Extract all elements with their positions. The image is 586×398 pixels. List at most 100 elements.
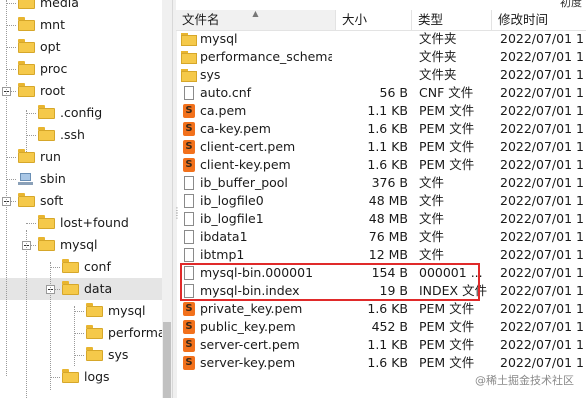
file-row[interactable]: mysql 文件夹 2022/07/01 1 xyxy=(176,30,586,48)
tree-connector xyxy=(6,3,16,4)
file-row[interactable]: private_key.pem 1.6 KB PEM 文件 2022/07/01 1 xyxy=(176,300,586,318)
file-date: 2022/07/01 1 xyxy=(500,211,584,226)
file-row[interactable]: server-key.pem 1.6 KB PEM 文件 2022/07/01 1 xyxy=(176,354,586,372)
tree-item-sys[interactable]: sys xyxy=(0,344,162,366)
folder-icon xyxy=(18,61,35,75)
file-size: 154 B xyxy=(371,265,408,280)
tree-scrollbar[interactable] xyxy=(162,0,172,398)
pem-icon xyxy=(181,104,197,118)
file-type: 000001 ... xyxy=(419,265,483,280)
file-row[interactable]: client-key.pem 1.6 KB PEM 文件 2022/07/01 1 xyxy=(176,156,586,174)
file-row[interactable]: sys 文件夹 2022/07/01 1 xyxy=(176,66,586,84)
file-row[interactable]: ib_logfile1 48 MB 文件 2022/07/01 1 xyxy=(176,210,586,228)
tree-item-proc[interactable]: proc xyxy=(0,58,162,80)
file-size: 1.1 KB xyxy=(367,139,408,154)
tree-item-sbin[interactable]: sbin xyxy=(0,168,162,190)
tree-item-label: logs xyxy=(84,369,110,384)
tree-connector xyxy=(50,377,60,378)
clipped-tab-label: 初度 xyxy=(560,0,582,9)
directory-tree[interactable]: media mnt opt proc root .config .ssh run sbin sof… xyxy=(0,0,162,398)
tree-item-data[interactable]: data xyxy=(0,278,162,300)
column-header-date[interactable]: 修改时间 xyxy=(492,10,586,30)
file-name: server-key.pem xyxy=(200,355,296,370)
file-row[interactable]: mysql-bin.000001 154 B 000001 ... 2022/07/0… xyxy=(176,264,586,282)
tree-item-lost-found[interactable]: lost+found xyxy=(0,212,162,234)
file-date: 2022/07/01 1 xyxy=(500,265,584,280)
tree-connector xyxy=(74,355,84,356)
tree-item-media[interactable]: media xyxy=(0,0,162,14)
column-type-label: 类型 xyxy=(418,12,444,27)
tree-item-label: data xyxy=(84,281,113,296)
file-row[interactable]: ca.pem 1.1 KB PEM 文件 2022/07/01 1 xyxy=(176,102,586,120)
file-name: sys xyxy=(200,67,221,82)
tree-guide-line xyxy=(26,230,27,398)
file-row[interactable]: auto.cnf 56 B CNF 文件 2022/07/01 1 xyxy=(176,84,586,102)
file-date: 2022/07/01 1 xyxy=(500,319,584,334)
tree-item-label: soft xyxy=(40,193,64,208)
folder-icon xyxy=(18,0,35,9)
pem-icon xyxy=(181,356,197,370)
link-folder-icon xyxy=(18,173,34,185)
tree-item-ssh[interactable]: .ssh xyxy=(0,124,162,146)
file-size: 1.6 KB xyxy=(367,121,408,136)
column-header-name[interactable]: ▲ 文件名 xyxy=(176,9,336,30)
file-icon xyxy=(181,176,197,190)
file-icon xyxy=(181,194,197,208)
tree-item-label: .ssh xyxy=(60,127,85,142)
tree-item-label: sys xyxy=(108,347,129,362)
column-date-label: 修改时间 xyxy=(498,12,549,27)
folder-icon xyxy=(86,325,103,339)
tree-connector xyxy=(6,69,16,70)
column-header-size[interactable]: 大小 xyxy=(336,10,412,30)
tree-item-soft[interactable]: soft xyxy=(0,190,162,212)
tree-item-performa[interactable]: performa xyxy=(0,322,162,344)
file-name: ibtmp1 xyxy=(200,247,245,262)
folder-icon xyxy=(38,127,55,141)
file-date: 2022/07/01 1 xyxy=(500,355,584,370)
file-row[interactable]: server-cert.pem 1.1 KB PEM 文件 2022/07/01 1 xyxy=(176,336,586,354)
file-list[interactable]: ▲ 文件名 大小 类型 修改时间 mysql 文件夹 2022/07/01 1 per… xyxy=(176,0,586,398)
file-row[interactable]: public_key.pem 452 B PEM 文件 2022/07/01 1 xyxy=(176,318,586,336)
column-header-type[interactable]: 类型 xyxy=(412,10,492,30)
folder-icon xyxy=(38,215,55,229)
tree-item-conf[interactable]: conf xyxy=(0,256,162,278)
tree-item-run[interactable]: run xyxy=(0,146,162,168)
tree-item-label: run xyxy=(40,149,61,164)
file-date: 2022/07/01 1 xyxy=(500,301,584,316)
file-row[interactable]: ib_buffer_pool 376 B 文件 2022/07/01 1 xyxy=(176,174,586,192)
file-row[interactable]: ibdata1 76 MB 文件 2022/07/01 1 xyxy=(176,228,586,246)
tree-item-label: lost+found xyxy=(60,215,129,230)
file-name: client-cert.pem xyxy=(200,139,296,154)
folder-icon xyxy=(86,303,103,317)
tree-scrollbar-thumb[interactable] xyxy=(163,322,171,398)
file-row[interactable]: mysql-bin.index 19 B INDEX 文件 2022/07/01 1 xyxy=(176,282,586,300)
folder-icon xyxy=(181,50,197,64)
tree-item-root[interactable]: root xyxy=(0,80,162,102)
tree-item-mysql[interactable]: mysql xyxy=(0,234,162,256)
file-date: 2022/07/01 1 xyxy=(500,49,584,64)
file-row[interactable]: performance_schema 文件夹 2022/07/01 1 xyxy=(176,48,586,66)
tree-item-label: mysql xyxy=(60,237,98,252)
folder-icon xyxy=(62,281,79,295)
file-date: 2022/07/01 1 xyxy=(500,247,584,262)
file-row[interactable]: ca-key.pem 1.6 KB PEM 文件 2022/07/01 1 xyxy=(176,120,586,138)
file-row[interactable]: client-cert.pem 1.1 KB PEM 文件 2022/07/01 1 xyxy=(176,138,586,156)
tree-item-label: opt xyxy=(40,39,61,54)
folder-icon xyxy=(181,32,197,46)
file-size: 48 MB xyxy=(368,211,408,226)
tree-item-label: media xyxy=(40,0,79,10)
tree-item-mnt[interactable]: mnt xyxy=(0,14,162,36)
file-size: 1.6 KB xyxy=(367,301,408,316)
file-type: PEM 文件 xyxy=(419,301,475,316)
file-date: 2022/07/01 1 xyxy=(500,31,584,46)
file-icon xyxy=(181,212,197,226)
file-row[interactable]: ib_logfile0 48 MB 文件 2022/07/01 1 xyxy=(176,192,586,210)
file-row[interactable]: ibtmp1 12 MB 文件 2022/07/01 1 xyxy=(176,246,586,264)
file-name: mysql-bin.000001 xyxy=(200,265,314,280)
tree-item-config[interactable]: .config xyxy=(0,102,162,124)
tree-item-opt[interactable]: opt xyxy=(0,36,162,58)
tree-item-mysql[interactable]: mysql xyxy=(0,300,162,322)
file-name: private_key.pem xyxy=(200,301,303,316)
tree-item-logs[interactable]: logs xyxy=(0,366,162,388)
column-size-label: 大小 xyxy=(342,12,368,27)
